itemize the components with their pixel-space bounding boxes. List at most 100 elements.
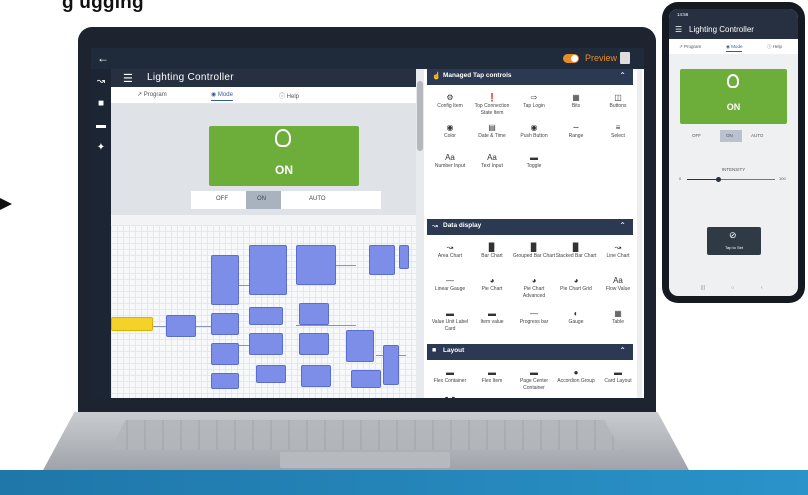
chevron-up-icon[interactable]: ⌃ (619, 71, 626, 80)
palette-item[interactable]: ▬ Flex Item (470, 368, 514, 385)
puzzle-icon[interactable]: ✦ (96, 143, 106, 153)
phone-mode-off[interactable]: OFF (692, 133, 701, 138)
phone-light-status-card[interactable]: ON (680, 69, 787, 124)
palette-item[interactable]: ❗ Top Connection State Item (470, 93, 514, 116)
palette-item-label: Area Chart (437, 253, 463, 259)
flow-node[interactable] (249, 245, 287, 295)
palette-item[interactable]: ■Tabs (512, 396, 556, 398)
bar-chart-icon: ▉ (488, 243, 496, 252)
center-scrollbar[interactable] (416, 69, 424, 398)
palette-item[interactable]: ◉ Color (428, 123, 472, 140)
back-arrow-icon[interactable]: ← (97, 51, 109, 65)
palette-scrollbar[interactable] (637, 69, 642, 398)
folder-icon[interactable]: ▬ (96, 121, 106, 131)
chevron-up-icon[interactable]: ⌃ (619, 346, 626, 355)
menu-icon[interactable]: ☰ (123, 72, 133, 85)
palette-item[interactable]: — Progress bar (512, 309, 556, 326)
palette-item[interactable]: ◉ Push Button (512, 123, 556, 140)
phone-tab-help[interactable]: ⓘ Help (767, 44, 782, 50)
palette-item[interactable]: ● Accordion Group (554, 368, 598, 385)
flow-node[interactable] (249, 307, 283, 325)
palette-item[interactable]: ◐ Gauge (554, 309, 598, 326)
flow-node-input[interactable] (111, 317, 153, 331)
palette-item[interactable]: ▬ Value Unit Label Card (428, 309, 472, 332)
flow-node[interactable] (211, 313, 239, 335)
flow-node[interactable] (383, 345, 399, 385)
palette-item[interactable]: ▉ Bar Chart (470, 243, 514, 260)
palette-item[interactable]: ≡ Select (596, 123, 640, 140)
flow-node[interactable] (211, 343, 239, 365)
phone-tab-mode[interactable]: ◉ Mode (726, 44, 743, 52)
palette-item[interactable]: ❚❚Horizontal layout (428, 396, 472, 398)
palette-item[interactable]: ◫ Buttons (596, 93, 640, 110)
palette-item[interactable]: ▬ Card Layout (596, 368, 640, 385)
tab-program[interactable]: ↗ Program (137, 91, 167, 98)
palette-item[interactable]: Aa Text Input (470, 153, 514, 170)
flow-node[interactable] (346, 330, 374, 362)
phone-menu-icon[interactable]: ☰ (675, 25, 682, 34)
tab-mode[interactable]: ◉ Mode (211, 91, 233, 101)
flow-node[interactable] (249, 333, 283, 355)
flow-node[interactable] (299, 333, 329, 355)
nav-recent-icon[interactable]: ||| (701, 285, 705, 291)
calendar-icon: ▤ (488, 123, 496, 132)
flow-node[interactable] (211, 373, 239, 389)
intensity-slider[interactable] (687, 177, 775, 182)
phone-mode-auto[interactable]: AUTO (751, 133, 763, 138)
tab-help[interactable]: ⓘ Help (279, 91, 299, 100)
preview-toggle[interactable] (563, 54, 579, 63)
flow-node[interactable] (211, 255, 239, 305)
save-icon[interactable] (620, 52, 630, 64)
tap-to-set-button[interactable]: ⊘ Tap to Set (707, 227, 761, 255)
palette-item[interactable]: ≡Vertical layout (554, 396, 598, 398)
light-status-card[interactable]: ON (209, 126, 359, 186)
palette-item[interactable]: ◕ Pie Chart (470, 276, 514, 293)
flow-node[interactable] (256, 365, 286, 383)
mode-on-option[interactable]: ON (257, 196, 266, 202)
flow-node[interactable] (351, 370, 381, 388)
palette-item[interactable]: ◕ Pie Chart Advanced (512, 276, 556, 299)
palette-item[interactable]: ▬ Page Center Container (512, 368, 556, 391)
flow-node[interactable] (399, 245, 409, 269)
flow-node[interactable] (301, 365, 331, 387)
palette-item[interactable]: ↝ Area Chart (428, 243, 472, 260)
flow-node[interactable] (299, 303, 329, 325)
mode-auto-option[interactable]: AUTO (309, 196, 326, 202)
palette-item[interactable]: ◕ Pie Chart Grid (554, 276, 598, 293)
palette-item[interactable]: ↝ Line Chart (596, 243, 640, 260)
nav-back-icon[interactable]: ‹ (761, 285, 763, 291)
container-icon: ▬ (488, 368, 496, 377)
flow-node[interactable] (166, 315, 196, 337)
palette-item[interactable]: — Linear Gauge (428, 276, 472, 293)
scrollbar-thumb[interactable] (417, 81, 423, 151)
nav-home-icon[interactable]: ○ (731, 285, 734, 291)
device-icon[interactable]: ■ (96, 99, 106, 109)
palette-item-label: Flex Container (433, 378, 467, 384)
palette-section-header[interactable]: ■ Layout ⌃ (427, 344, 633, 360)
palette-item[interactable]: ▬ Item value (470, 309, 514, 326)
palette-item[interactable]: Aa Flow Value (596, 276, 640, 293)
palette-section-header[interactable]: ↝ Data display ⌃ (427, 219, 633, 235)
palette-item[interactable]: ⇨ Tap Login (512, 93, 556, 110)
flow-editor-canvas[interactable] (111, 225, 416, 398)
intensity-slider-knob[interactable] (715, 177, 721, 182)
mode-off-option[interactable]: OFF (216, 196, 228, 202)
palette-item[interactable]: ▬ Flex Container (428, 368, 472, 385)
flow-node[interactable] (296, 245, 336, 285)
palette-item[interactable]: ▬Ion Item (470, 396, 514, 398)
palette-item[interactable]: ▉ Grouped Bar Chart (512, 243, 556, 260)
chevron-up-icon[interactable]: ⌃ (619, 221, 626, 230)
palette-item[interactable]: Aa Number Input (428, 153, 472, 170)
flow-node[interactable] (369, 245, 395, 275)
palette-item[interactable]: ▉ Stacked Bar Chart (554, 243, 598, 260)
chart-line-icon[interactable]: ↝ (96, 77, 106, 87)
palette-item[interactable]: ▦ Table (596, 309, 640, 326)
palette-section-header[interactable]: ☝ Managed Tap controls ⌃ (427, 69, 633, 85)
phone-mode-on[interactable]: ON (726, 133, 733, 138)
palette-item[interactable]: ▤ Date & Time (470, 123, 514, 140)
palette-item[interactable]: ▦ Bits (554, 93, 598, 110)
palette-item[interactable]: ⚙ Config Item (428, 93, 472, 110)
palette-item[interactable]: ▬ Toggle (512, 153, 556, 170)
palette-item[interactable]: ∼ Range (554, 123, 598, 140)
phone-tab-program[interactable]: ↗ Program (679, 44, 701, 50)
